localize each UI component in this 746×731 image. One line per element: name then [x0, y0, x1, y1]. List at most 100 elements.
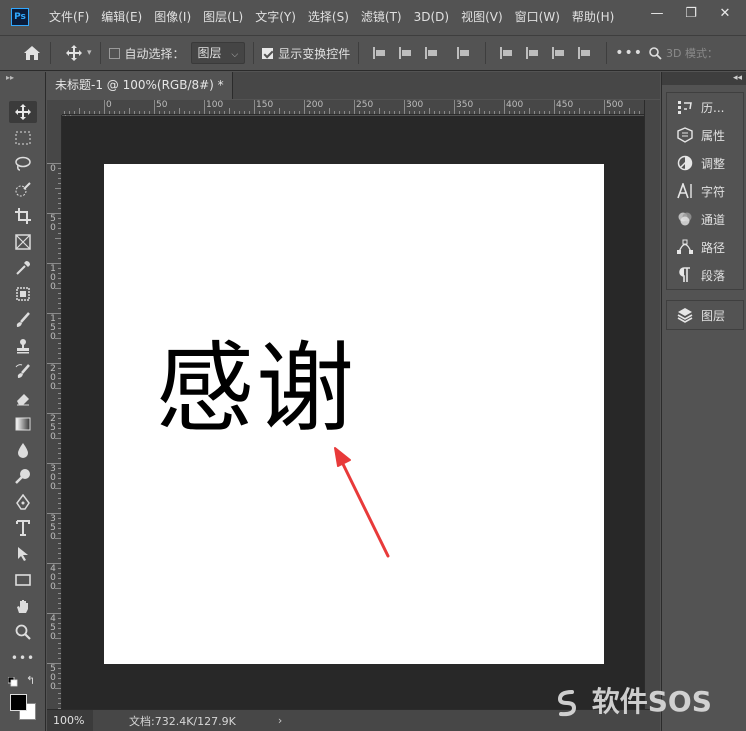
- ruler-minor-tick: [359, 111, 360, 114]
- eraser-tool-icon[interactable]: [9, 387, 37, 409]
- channels-icon: [677, 211, 693, 227]
- minimize-button[interactable]: —: [640, 0, 674, 26]
- ruler-minor-tick: [55, 588, 61, 589]
- menu-layer[interactable]: 图层(L): [197, 0, 249, 34]
- auto-select-checkbox[interactable]: [108, 47, 120, 59]
- menu-help[interactable]: 帮助(H): [566, 0, 620, 34]
- ruler-minor-tick: [58, 318, 61, 319]
- quick-selection-tool-icon[interactable]: [9, 179, 37, 201]
- path-selection-tool-icon[interactable]: [9, 543, 37, 565]
- toolbar-collapse-icon[interactable]: ▸▸: [6, 73, 14, 82]
- ruler-minor-tick: [349, 111, 350, 114]
- panel-adjustments[interactable]: 调整: [667, 149, 743, 177]
- move-tool-preset-icon[interactable]: ▾: [65, 44, 92, 62]
- align-horizontal-center-icon[interactable]: [399, 46, 413, 60]
- show-transform-checkbox[interactable]: [262, 47, 274, 59]
- ruler-minor-tick: [444, 111, 445, 114]
- healing-brush-tool-icon[interactable]: [9, 283, 37, 305]
- pasteboard[interactable]: 感谢: [62, 116, 644, 709]
- move-tool-icon[interactable]: [9, 101, 37, 123]
- distribute-horizontal-icon[interactable]: [457, 46, 471, 60]
- menu-filter[interactable]: 滤镜(T): [355, 0, 408, 34]
- menu-select[interactable]: 选择(S): [302, 0, 355, 34]
- dodge-tool-icon[interactable]: [9, 465, 37, 487]
- ruler-minor-tick: [55, 238, 61, 239]
- type-tool-icon[interactable]: [9, 517, 37, 539]
- auto-select-target-dropdown[interactable]: 图层 ⌵: [190, 42, 246, 64]
- ruler-minor-tick: [58, 443, 61, 444]
- align-vertical-center-icon[interactable]: [526, 46, 540, 60]
- document-tab[interactable]: 未标题-1 @ 100%(RGB/8#) * ×: [47, 72, 233, 119]
- default-colors-icon[interactable]: [7, 676, 18, 687]
- arrow-shaft: [340, 460, 390, 558]
- home-icon[interactable]: [22, 43, 42, 63]
- panel-character[interactable]: 字符: [667, 177, 743, 205]
- zoom-level-field[interactable]: 100%: [47, 709, 93, 731]
- panel-channels[interactable]: 通道: [667, 205, 743, 233]
- align-right-icon[interactable]: [425, 46, 439, 60]
- panel-paragraph[interactable]: 段落: [667, 261, 743, 289]
- horizontal-ruler[interactable]: 0 50 100 150 200 250 300 350 400 450 500: [62, 100, 644, 115]
- vertical-ruler[interactable]: 05 01 0 01 5 02 0 02 5 03 0 03 5 04 0 04…: [47, 115, 62, 709]
- divider: [485, 42, 487, 64]
- arrow-head: [334, 447, 351, 467]
- pen-tool-icon[interactable]: [9, 491, 37, 513]
- tools-panel: ▸▸ ••• ↰: [0, 72, 46, 731]
- ruler-minor-tick: [194, 111, 195, 114]
- ruler-minor-tick: [114, 111, 115, 114]
- align-top-icon[interactable]: [500, 46, 514, 60]
- watermark-text: 软件SOS: [591, 685, 712, 718]
- ruler-minor-tick: [58, 278, 61, 279]
- menu-3d[interactable]: 3D(D): [408, 0, 455, 34]
- crop-tool-icon[interactable]: [9, 205, 37, 227]
- ruler-minor-tick: [64, 111, 65, 114]
- menu-image[interactable]: 图像(I): [148, 0, 197, 34]
- panel-collapse-icon[interactable]: ◂◂: [662, 72, 746, 85]
- ruler-tick: [154, 100, 155, 114]
- lasso-tool-icon[interactable]: [9, 153, 37, 175]
- menu-edit[interactable]: 编辑(E): [95, 0, 148, 34]
- panel-layers[interactable]: 图层: [667, 301, 743, 329]
- ruler-minor-tick: [58, 283, 61, 284]
- zoom-tool-icon[interactable]: [9, 621, 37, 643]
- rectangle-tool-icon[interactable]: [9, 569, 37, 591]
- frame-tool-icon[interactable]: [9, 231, 37, 253]
- vertical-scrollbar[interactable]: [644, 100, 660, 709]
- align-left-icon[interactable]: [373, 46, 387, 60]
- brush-tool-icon[interactable]: [9, 309, 37, 331]
- eyedropper-tool-icon[interactable]: [9, 257, 37, 279]
- status-menu-chevron-icon[interactable]: ›: [278, 714, 282, 727]
- document-canvas[interactable]: 感谢: [104, 164, 604, 664]
- ruler-tick-label: 0: [50, 164, 56, 174]
- close-window-button[interactable]: ✕: [708, 0, 742, 26]
- menu-type[interactable]: 文字(Y): [249, 0, 302, 34]
- edit-toolbar-icon[interactable]: •••: [9, 647, 37, 669]
- ruler-minor-tick: [239, 111, 240, 114]
- swap-colors-icon[interactable]: ↰: [26, 674, 35, 687]
- ruler-minor-tick: [58, 398, 61, 399]
- restore-button[interactable]: ❐: [674, 0, 708, 26]
- marquee-tool-icon[interactable]: [9, 127, 37, 149]
- menu-view[interactable]: 视图(V): [455, 0, 509, 34]
- search-icon[interactable]: [649, 46, 662, 60]
- foreground-color-swatch[interactable]: [10, 694, 27, 711]
- more-options-icon[interactable]: •••: [615, 45, 643, 61]
- blur-tool-icon[interactable]: [9, 439, 37, 461]
- document-size-info[interactable]: 文档:732.4K/127.9K: [129, 713, 236, 729]
- align-bottom-icon[interactable]: [552, 46, 566, 60]
- ruler-minor-tick: [55, 488, 61, 489]
- ruler-minor-tick: [58, 573, 61, 574]
- menu-window[interactable]: 窗口(W): [509, 0, 566, 34]
- panel-paths[interactable]: 路径: [667, 233, 743, 261]
- panel-properties[interactable]: 属性: [667, 121, 743, 149]
- ruler-origin[interactable]: [47, 100, 62, 115]
- history-brush-tool-icon[interactable]: [9, 361, 37, 383]
- menu-file[interactable]: 文件(F): [43, 0, 95, 34]
- hand-tool-icon[interactable]: [9, 595, 37, 617]
- distribute-vertical-icon[interactable]: [578, 46, 592, 60]
- gradient-tool-icon[interactable]: [9, 413, 37, 435]
- ruler-minor-tick: [58, 548, 61, 549]
- panel-history[interactable]: 历...: [667, 93, 743, 121]
- clone-stamp-tool-icon[interactable]: [9, 335, 37, 357]
- menu-bar: Ps 文件(F) 编辑(E) 图像(I) 图层(L) 文字(Y) 选择(S) 滤…: [0, 0, 746, 34]
